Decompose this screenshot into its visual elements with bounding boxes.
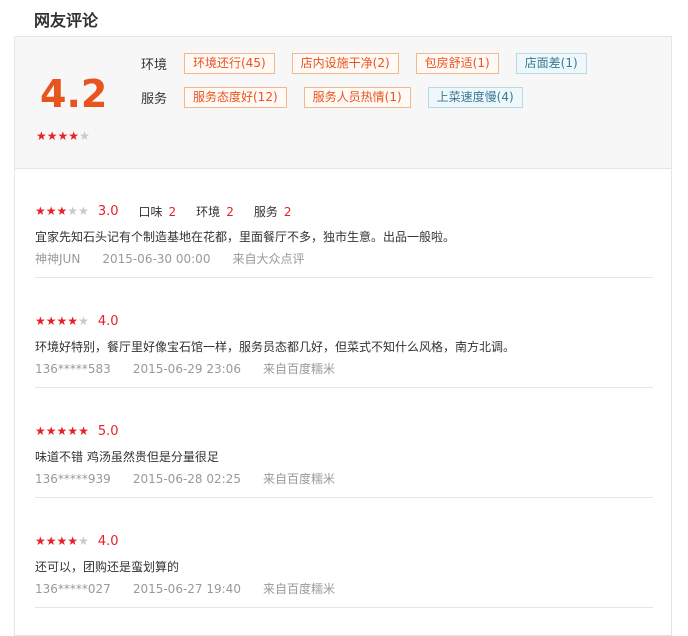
star-filled-icon: ★ <box>35 533 46 548</box>
review-time: 2015-06-29 23:06 <box>132 362 241 376</box>
sub-score-environment: 环境 2 <box>196 203 234 220</box>
review-meta: 136*****027 2015-06-27 19:40 来自百度糯米 <box>35 580 357 597</box>
review-score: 4.0 <box>97 533 119 549</box>
review-item: ★★★★★ 5.0 味道不错 鸡汤虽然贵但是分量很足 136*****939 20… <box>35 388 653 498</box>
star-filled-icon: ★ <box>35 423 46 438</box>
review-user[interactable]: 136*****583 <box>35 362 111 376</box>
star-filled-icon: ★ <box>67 533 79 548</box>
star-filled-icon: ★ <box>56 313 68 328</box>
review-stars: ★★★★★ <box>35 315 89 328</box>
star-filled-icon: ★ <box>45 423 57 438</box>
star-filled-icon: ★ <box>78 423 89 438</box>
page-title: 网友评论 <box>34 11 99 30</box>
review-meta: 神神JUN 2015-06-30 00:00 来自大众点评 <box>35 250 326 267</box>
review-tag[interactable]: 环境还行(45) <box>184 52 275 74</box>
star-filled-icon: ★ <box>45 533 57 548</box>
tag-row-environment: 环境 环境还行(45) 店内设施干净(2) 包房舒适(1) 店面差(1) <box>141 51 604 75</box>
review-tag[interactable]: 包房舒适(1) <box>415 52 499 74</box>
star-filled-icon: ★ <box>35 313 46 328</box>
review-score: 3.0 <box>97 203 119 219</box>
star-filled-icon: ★ <box>56 533 68 548</box>
sub-score-label: 服务 <box>253 204 278 219</box>
review-user[interactable]: 神神JUN <box>35 252 80 266</box>
sub-score-label: 环境 <box>196 204 221 219</box>
star-empty-icon: ★ <box>78 203 89 218</box>
review-stars: ★★★★★ <box>35 535 89 548</box>
review-item: ★★★★★ 3.0 口味 2 环境 2 服务 2 宜家先知石头记有个制造基地在花都，里… <box>35 168 653 278</box>
sub-score-value: 2 <box>168 204 177 219</box>
star-filled-icon: ★ <box>67 313 79 328</box>
star-empty-icon: ★ <box>67 203 79 218</box>
tag-category-label: 环境 <box>141 57 168 73</box>
review-tag[interactable]: 服务态度好(12) <box>184 86 287 108</box>
star-filled-icon: ★ <box>46 129 58 143</box>
review-stars: ★★★★★ <box>35 425 89 438</box>
review-meta: 136*****939 2015-06-28 02:25 来自百度糯米 <box>35 470 357 487</box>
overall-score: 4.2 <box>40 72 108 116</box>
star-filled-icon: ★ <box>68 129 80 143</box>
star-filled-icon: ★ <box>56 423 68 438</box>
review-source: 来自百度糯米 <box>262 582 335 596</box>
star-filled-icon: ★ <box>57 129 69 143</box>
sub-score-taste: 口味 2 <box>139 203 177 220</box>
sub-score-value: 2 <box>283 204 292 219</box>
star-filled-icon: ★ <box>45 203 57 218</box>
review-user[interactable]: 136*****939 <box>35 472 111 486</box>
rating-summary: 4.2 ★★★★★ 环境 环境还行(45) 店内设施干净(2) 包房舒适(1) … <box>15 37 671 169</box>
tag-row-service: 服务 服务态度好(12) 服务人员热情(1) 上菜速度慢(4) <box>141 85 540 109</box>
review-tag[interactable]: 上菜速度慢(4) <box>427 86 523 108</box>
review-score: 5.0 <box>97 423 119 439</box>
reviews-panel: 4.2 ★★★★★ 环境 环境还行(45) 店内设施干净(2) 包房舒适(1) … <box>14 36 672 636</box>
star-empty-icon: ★ <box>78 313 89 328</box>
review-text: 味道不错 鸡汤虽然贵但是分量很足 <box>35 450 219 464</box>
sub-score-label: 口味 <box>138 204 163 219</box>
star-filled-icon: ★ <box>56 203 68 218</box>
review-meta: 136*****583 2015-06-29 23:06 来自百度糯米 <box>35 360 357 377</box>
review-score: 4.0 <box>97 313 119 329</box>
star-filled-icon: ★ <box>35 203 46 218</box>
review-source: 来自百度糯米 <box>262 472 335 486</box>
star-filled-icon: ★ <box>36 129 47 143</box>
review-item: ★★★★★ 4.0 还可以，团购还是蛮划算的 136*****027 2015-0… <box>35 498 653 608</box>
review-text: 宜家先知石头记有个制造基地在花都，里面餐厅不多，独市生意。出品一般啦。 <box>35 230 456 244</box>
overall-stars: ★★★★★ <box>36 127 90 143</box>
review-item: ★★★★★ 4.0 环境好特别，餐厅里好像宝石馆一样，服务员态都几好，但菜式不知… <box>35 278 653 388</box>
review-time: 2015-06-27 19:40 <box>132 582 241 596</box>
review-source: 来自大众点评 <box>232 252 305 266</box>
sub-score-value: 2 <box>226 204 234 219</box>
review-time: 2015-06-28 02:25 <box>132 472 241 486</box>
review-tag[interactable]: 服务人员热情(1) <box>303 86 411 108</box>
review-tag[interactable]: 店内设施干净(2) <box>291 52 399 74</box>
review-text: 环境好特别，餐厅里好像宝石馆一样，服务员态都几好，但菜式不知什么风格，南方北调。 <box>35 340 516 354</box>
review-stars: ★★★★★ <box>35 205 89 218</box>
review-source: 来自百度糯米 <box>262 362 335 376</box>
star-filled-icon: ★ <box>67 423 79 438</box>
review-tag[interactable]: 店面差(1) <box>515 52 587 74</box>
review-user[interactable]: 136*****027 <box>35 582 111 596</box>
star-filled-icon: ★ <box>45 313 57 328</box>
star-empty-icon: ★ <box>78 533 89 548</box>
tag-category-label: 服务 <box>141 91 168 107</box>
sub-score-service: 服务 2 <box>254 203 292 220</box>
review-time: 2015-06-30 00:00 <box>102 252 211 266</box>
star-empty-icon: ★ <box>79 129 90 143</box>
review-text: 还可以，团购还是蛮划算的 <box>35 560 180 574</box>
